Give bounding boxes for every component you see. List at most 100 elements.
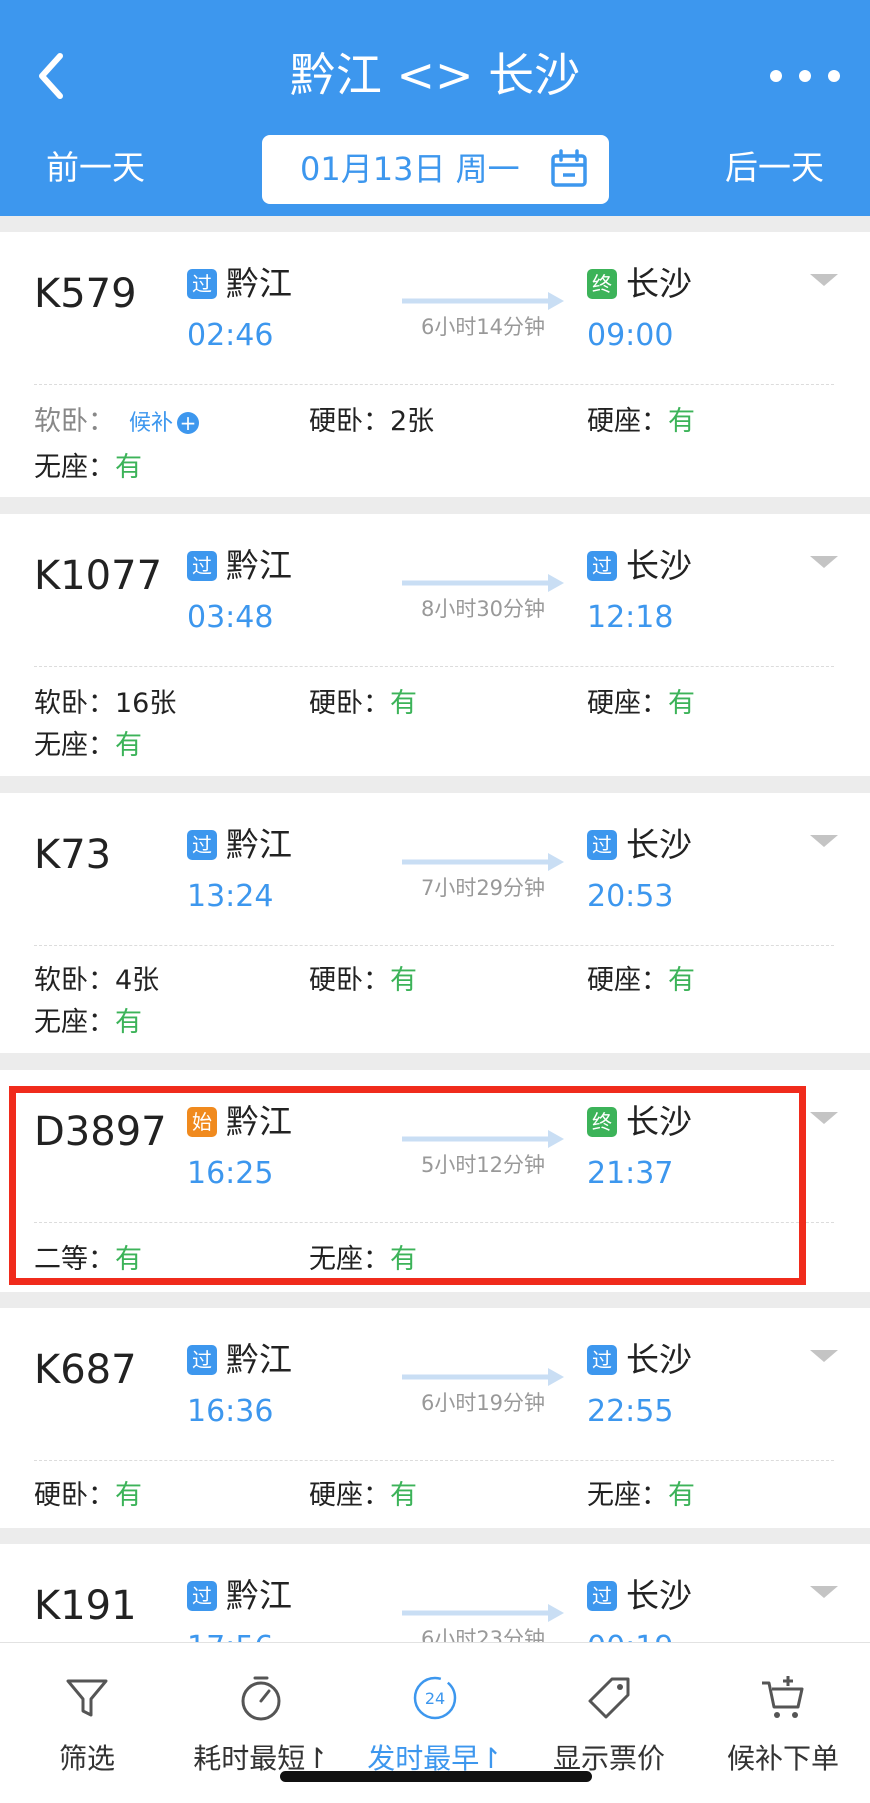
clock-24-icon: 24 [413, 1676, 457, 1720]
seat-label: 硬座： [587, 688, 668, 719]
seat-hard-seat: 硬座：有 [587, 684, 695, 724]
seat-hard-seat: 硬座：有 [587, 402, 695, 442]
expand-caret-icon[interactable] [810, 1350, 838, 1362]
pass-through-badge: 过 [187, 1581, 217, 1611]
seat-standing: 无座：有 [34, 726, 142, 766]
pass-through-badge: 过 [187, 830, 217, 860]
departure-station: 黔江 [226, 1576, 292, 1615]
clock-24-badge: 24 [425, 1689, 445, 1708]
train-number: K1077 [34, 553, 163, 599]
departure-time: 03:48 [187, 600, 274, 635]
arrival-time: 22:55 [587, 1394, 674, 1429]
arrival-station: 长沙 [626, 546, 692, 585]
seat-hard-sleeper: 硬卧：有 [309, 684, 417, 724]
calendar-icon [551, 149, 587, 187]
seat-hard-sleeper: 硬卧：有 [309, 961, 417, 1001]
seat-value: 有 [390, 1480, 417, 1511]
route-arrow-icon [402, 1604, 564, 1622]
seat-label: 硬座： [309, 1480, 390, 1511]
departure-station: 黔江 [226, 546, 292, 585]
seat-value: 有 [668, 965, 695, 996]
tab-label: 候补下单 [726, 1742, 839, 1775]
train-card-k1077[interactable]: K1077 过 黔江 03:48 8小时30分钟 过 长沙 12:18 软卧：1… [0, 514, 870, 776]
waitlist-link[interactable]: 候补 [129, 411, 173, 436]
pass-through-badge: 过 [587, 1345, 617, 1375]
date-picker[interactable]: 01月13日 周一 [262, 135, 609, 204]
previous-day-button[interactable]: 前一天 [46, 144, 145, 192]
card-divider [34, 1460, 834, 1461]
expand-caret-icon[interactable] [810, 1586, 838, 1598]
arrival-station: 长沙 [626, 1340, 692, 1379]
card-divider [34, 666, 834, 667]
tab-label: 筛选 [58, 1742, 115, 1775]
seat-label: 软卧： [34, 965, 115, 996]
travel-duration: 6小时19分钟 [420, 1391, 546, 1415]
selected-date: 01月13日 周一 [300, 150, 520, 188]
seat-standing: 无座：有 [587, 1476, 695, 1516]
arrival-time: 12:18 [587, 600, 674, 635]
train-card-k687[interactable]: K687 过 黔江 16:36 6小时19分钟 过 长沙 22:55 硬卧：有 … [0, 1308, 870, 1528]
seat-label: 硬卧： [309, 406, 390, 437]
filter-icon [66, 1679, 108, 1717]
seat-hard-seat: 硬座：有 [309, 1476, 417, 1516]
route-arrow-icon [402, 1368, 564, 1386]
tab-filter[interactable]: 筛选 [0, 1643, 174, 1793]
seat-value: 有 [115, 1480, 142, 1511]
seat-value: 有 [115, 452, 142, 483]
departure-station: 黔江 [226, 1340, 292, 1379]
arrival-time: 09:00 [587, 318, 674, 353]
tab-waitlist-order[interactable]: 候补下单 [696, 1643, 870, 1793]
terminal-badge: 终 [587, 269, 617, 299]
seat-value: 有 [115, 1007, 142, 1038]
travel-duration: 6小时14分钟 [420, 315, 546, 339]
route-arrow-icon [402, 292, 564, 310]
route-arrow-icon [402, 853, 564, 871]
seat-value: 4张 [115, 965, 160, 996]
more-options-button[interactable] [770, 58, 840, 94]
seat-label: 硬卧： [34, 1480, 115, 1511]
seat-label: 软卧： [34, 688, 115, 719]
arrival-station: 长沙 [626, 264, 692, 303]
train-number: K687 [34, 1347, 137, 1393]
home-indicator[interactable] [280, 1771, 592, 1782]
seat-label: 硬座： [587, 965, 668, 996]
departure-station: 黔江 [226, 264, 292, 303]
expand-caret-icon[interactable] [810, 1112, 838, 1124]
add-waitlist-icon[interactable]: + [177, 411, 200, 434]
seat-label: 无座： [34, 730, 115, 761]
seat-value: 有 [115, 730, 142, 761]
train-card-k73[interactable]: K73 过 黔江 13:24 7小时29分钟 过 长沙 20:53 软卧：4张 … [0, 793, 870, 1053]
seat-label: 软卧： [34, 406, 115, 437]
top-bar: 黔江 <> 长沙 前一天 01月13日 周一 后一天 [0, 0, 870, 216]
departure-time: 13:24 [187, 879, 274, 914]
route-arrow-icon [402, 574, 564, 592]
train-card-k579[interactable]: K579 过 黔江 02:46 6小时14分钟 终 长沙 09:00 软卧： 候补… [0, 232, 870, 497]
card-divider [34, 945, 834, 946]
pass-through-badge: 过 [587, 551, 617, 581]
arrival-station: 长沙 [626, 1576, 692, 1615]
page-title: 黔江 <> 长沙 [289, 48, 581, 102]
seat-soft-sleeper: 软卧：4张 [34, 961, 159, 1001]
expand-caret-icon[interactable] [810, 274, 838, 286]
expand-caret-icon[interactable] [810, 556, 838, 568]
pass-through-badge: 过 [587, 830, 617, 860]
train-card-k191[interactable]: K191 过 黔江 17:56 6小时23分钟 过 长沙 00:19 [0, 1544, 870, 1644]
travel-duration: 6小时23分钟 [420, 1627, 546, 1644]
seat-standing: 无座：有 [34, 1003, 142, 1043]
seat-value: 有 [390, 688, 417, 719]
expand-caret-icon[interactable] [810, 835, 838, 847]
seat-hard-seat: 硬座：有 [587, 961, 695, 1001]
pass-through-badge: 过 [587, 1581, 617, 1611]
seat-label: 无座： [587, 1480, 668, 1511]
departure-time: 02:46 [187, 318, 274, 353]
seat-hard-sleeper: 硬卧：2张 [309, 402, 434, 442]
train-number: K579 [34, 271, 137, 317]
cart-add-icon [762, 1676, 804, 1718]
seat-label: 无座： [34, 452, 115, 483]
seat-label: 无座： [34, 1007, 115, 1038]
seat-value: 16张 [115, 688, 177, 719]
seat-value: 有 [668, 1480, 695, 1511]
train-number: K191 [34, 1583, 137, 1629]
departure-time: 16:36 [187, 1394, 274, 1429]
next-day-button[interactable]: 后一天 [725, 144, 824, 192]
